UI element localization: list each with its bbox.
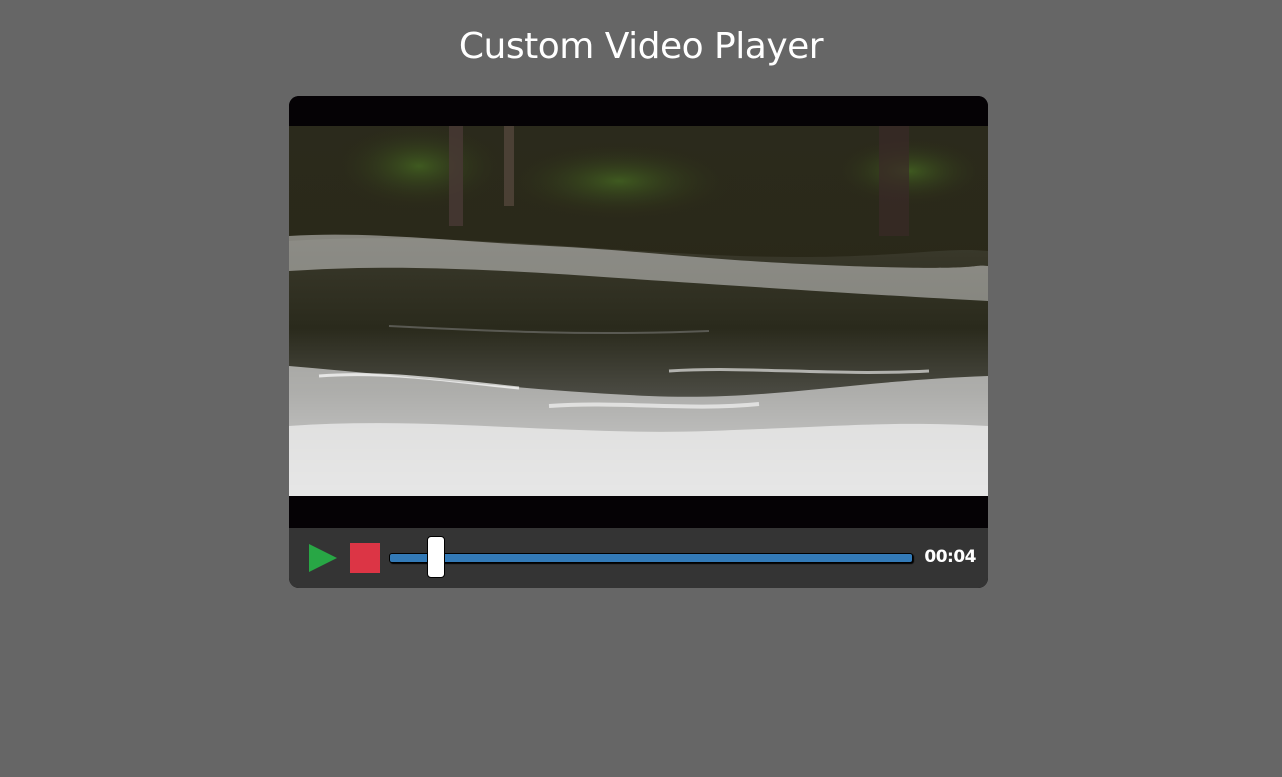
current-time: 00:04: [924, 547, 976, 567]
video-frame: [289, 126, 988, 496]
play-icon: [309, 544, 337, 572]
progress-thumb[interactable]: [427, 536, 445, 578]
video-controls: 00:04: [289, 528, 988, 588]
video-player: 00:04: [289, 96, 988, 588]
stop-button[interactable]: [350, 543, 380, 573]
river-scene-image: [289, 126, 988, 496]
progress-slider[interactable]: [389, 536, 913, 578]
video-display[interactable]: [289, 96, 988, 528]
play-button[interactable]: [307, 542, 339, 574]
progress-track[interactable]: [389, 553, 913, 563]
page-title: Custom Video Player: [458, 26, 824, 67]
